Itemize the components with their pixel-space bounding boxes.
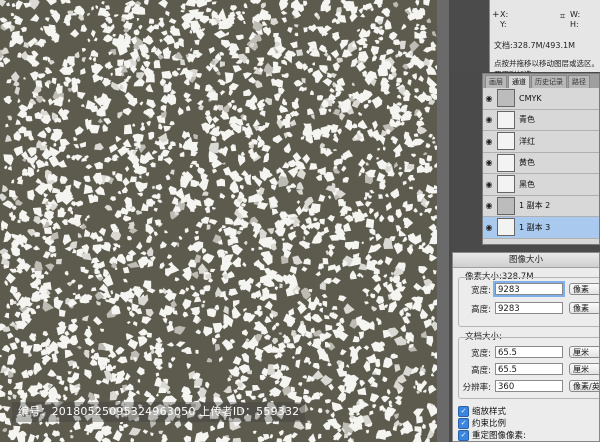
info-w-label: W: xyxy=(570,10,581,19)
eye-icon[interactable]: ◉ xyxy=(483,180,495,189)
doc-width-input[interactable]: 65.5 xyxy=(495,346,563,358)
channel-label: 黄色 xyxy=(519,158,535,168)
pixel-width-input[interactable]: 9283 xyxy=(493,281,565,297)
eye-icon[interactable]: ◉ xyxy=(483,94,495,103)
channels-tabs: 画层 通道 历史记录 路径 xyxy=(483,74,599,88)
terrazzo-texture xyxy=(0,0,437,442)
pixel-size-group: 宽度: 9283 像素▾ 高度: 9283 像素▾ xyxy=(458,277,599,327)
resolution-input[interactable]: 360 xyxy=(495,380,563,392)
canvas-scroll-gutter[interactable] xyxy=(437,0,449,442)
channel-thumbnail xyxy=(497,89,515,108)
image-canvas[interactable] xyxy=(0,0,449,442)
channel-row-black[interactable]: ◉ 黑色 xyxy=(483,174,599,196)
channel-row-magenta[interactable]: ◉ 洋红 xyxy=(483,131,599,153)
doc-height-input[interactable]: 65.5 xyxy=(495,363,563,375)
selection-size-icon: ⌗ xyxy=(560,12,566,22)
info-h-label: H: xyxy=(570,20,579,29)
channel-label: 1 副本 3 xyxy=(519,222,551,232)
channel-label: 黑色 xyxy=(519,179,535,189)
doc-width-unit[interactable]: 厘米▾ xyxy=(569,346,599,358)
unit-label: 像素 xyxy=(573,285,589,294)
channel-thumbnail xyxy=(497,218,515,237)
tab-channels[interactable]: 通道 xyxy=(508,75,530,88)
unit-label: 像素/英寸 xyxy=(573,382,600,391)
constrain-checkbox[interactable]: ✓ 约束比例 xyxy=(458,417,506,429)
eye-icon[interactable]: ◉ xyxy=(483,115,495,124)
crosshair-icon: + xyxy=(492,10,500,20)
channel-label: 青色 xyxy=(519,115,535,125)
tab-layers[interactable]: 画层 xyxy=(485,75,507,88)
checkmark-icon: ✓ xyxy=(458,429,469,441)
channel-thumbnail xyxy=(497,153,515,172)
info-x-label: X: xyxy=(500,10,509,19)
channel-thumbnail xyxy=(497,175,515,194)
channel-row-cyan[interactable]: ◉ 青色 xyxy=(483,110,599,131)
checkbox-label: 约束比例 xyxy=(472,419,507,429)
channel-thumbnail xyxy=(497,110,515,129)
channel-row-copy3[interactable]: ◉ 1 副本 3 xyxy=(483,217,599,239)
info-panel: X: Y: W: H: + ⌗ 文档:328.7M/493.1M 点按并拖移以移… xyxy=(489,0,600,79)
dialog-title: 图像大小 xyxy=(453,253,599,268)
unit-label: 像素 xyxy=(573,304,589,313)
width-label: 宽度: xyxy=(471,286,491,296)
doc-height-unit[interactable]: 厘米▾ xyxy=(569,363,599,375)
checkbox-label: 缩放样式 xyxy=(472,407,507,417)
doc-size-group: 宽度: 65.5 厘米▾ 高度: 65.5 厘米▾ 分辨率: 360 像素/英寸… xyxy=(458,337,600,399)
pixel-height-unit[interactable]: 像素▾ xyxy=(569,302,599,314)
scale-styles-checkbox[interactable]: ✓ 缩放样式 xyxy=(458,405,506,417)
watermark-text: 编号：20180525095324963050 上传者ID：559332 xyxy=(12,402,306,422)
channels-panel: 画层 通道 历史记录 路径 ◉ CMYK ◉ 青色 ◉ 洋红 ◉ 黄色 ◉ 黑色… xyxy=(482,73,600,245)
channel-label: CMYK xyxy=(519,93,542,103)
eye-icon[interactable]: ◉ xyxy=(483,201,495,210)
channel-label: 洋红 xyxy=(519,136,535,146)
checkmark-icon: ✓ xyxy=(458,405,469,417)
resample-checkbox[interactable]: ✓ 重定图像像素: xyxy=(458,429,526,441)
height-label: 高度: xyxy=(471,305,491,315)
checkmark-icon: ✓ xyxy=(458,417,469,429)
eye-icon[interactable]: ◉ xyxy=(483,158,495,167)
resolution-unit[interactable]: 像素/英寸▾ xyxy=(569,380,600,392)
info-y-label: Y: xyxy=(500,20,507,29)
pixel-width-unit[interactable]: 像素▾ xyxy=(569,283,599,295)
tab-paths[interactable]: 路径 xyxy=(568,75,590,88)
unit-label: 厘米 xyxy=(573,365,589,374)
panel-dock-strip xyxy=(449,0,489,72)
pixel-height-input[interactable]: 9283 xyxy=(495,302,563,314)
doc-height-label: 高度: xyxy=(471,366,491,376)
doc-width-label: 宽度: xyxy=(471,349,491,359)
eye-icon[interactable]: ◉ xyxy=(483,137,495,146)
channel-row-cmyk[interactable]: ◉ CMYK xyxy=(483,88,599,110)
tab-history[interactable]: 历史记录 xyxy=(531,75,567,88)
unit-label: 厘米 xyxy=(573,348,589,357)
info-doc-size: 文档:328.7M/493.1M xyxy=(494,41,575,50)
channel-label: 1 副本 2 xyxy=(519,201,551,211)
eye-icon[interactable]: ◉ xyxy=(483,223,495,232)
channel-row-yellow[interactable]: ◉ 黄色 xyxy=(483,153,599,174)
channel-thumbnail xyxy=(497,196,515,215)
channel-thumbnail xyxy=(497,132,515,151)
resolution-label: 分辨率: xyxy=(462,383,491,393)
image-size-dialog: 图像大小 像素大小:328.7M 宽度: 9283 像素▾ 高度: 9283 像… xyxy=(452,252,600,442)
channel-row-copy2[interactable]: ◉ 1 副本 2 xyxy=(483,196,599,217)
checkbox-label: 重定图像像素: xyxy=(472,431,526,441)
